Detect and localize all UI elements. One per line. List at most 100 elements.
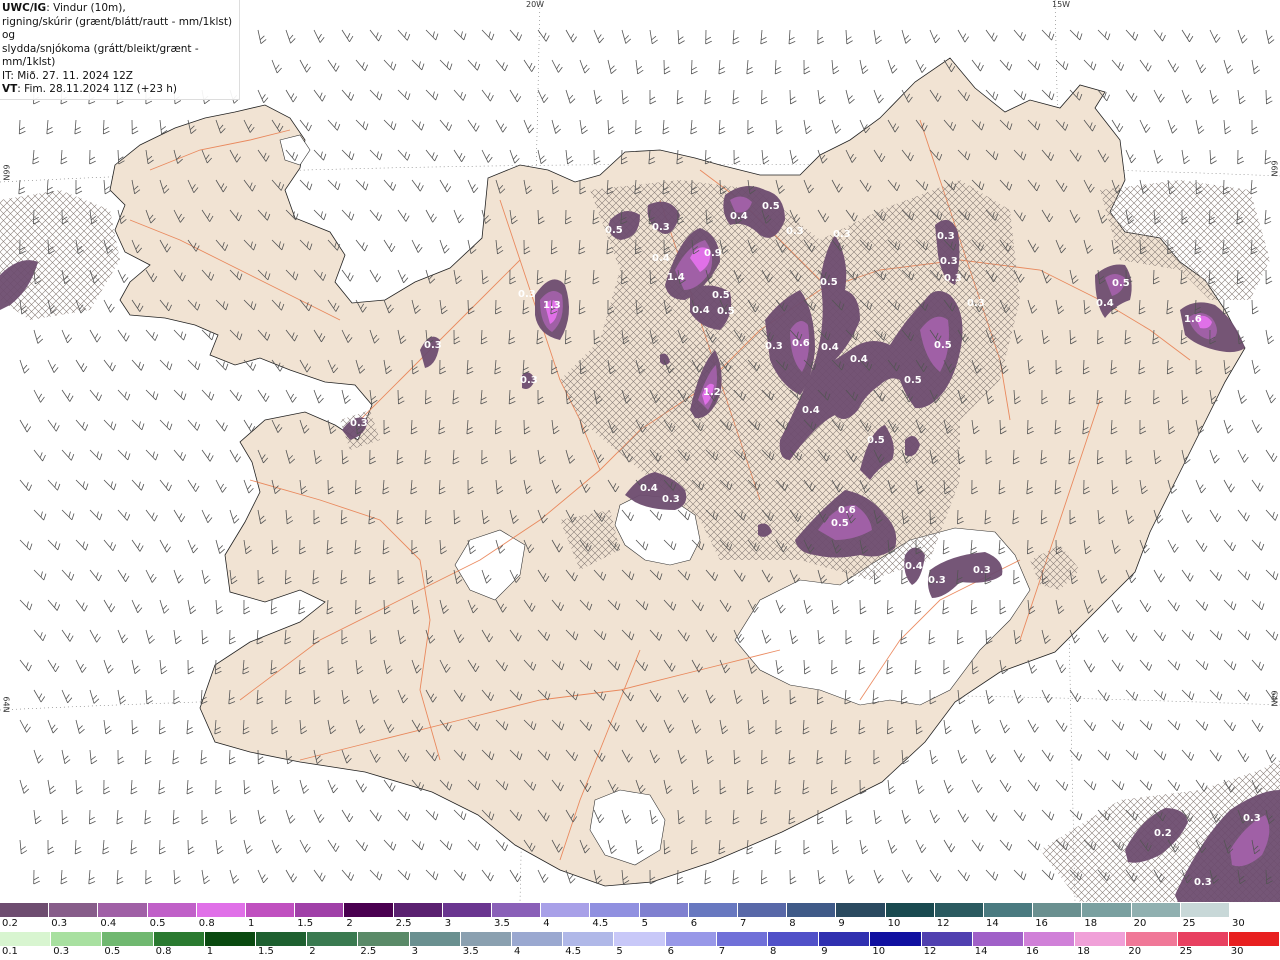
legend-label: 1	[248, 918, 255, 929]
precip-label: 0.4	[905, 561, 923, 572]
legend-label: 0.8	[198, 918, 215, 929]
info-title: UWC/IG: Vindur (10m),	[2, 2, 239, 16]
legend-swatch	[1230, 903, 1280, 917]
legend-swatch	[1033, 903, 1083, 917]
legend-swatch	[358, 932, 410, 946]
rain-color-legend	[0, 932, 1280, 946]
legend-swatch	[102, 932, 154, 946]
map-info-box: UWC/IG: Vindur (10m), rigning/skúrir (gr…	[0, 0, 240, 100]
precip-label: 0.3	[937, 231, 955, 242]
lon-label-15w: 15W	[1052, 0, 1071, 9]
legend-label: 6	[690, 918, 698, 929]
vt-value: : Fim. 28.11.2024 11Z (+23 h)	[17, 83, 177, 95]
precip-label: 0.3	[652, 222, 670, 233]
legend-swatch	[688, 903, 738, 917]
precip-label: 0.3	[944, 273, 962, 284]
legend-swatch	[738, 903, 788, 917]
legend-label: 16	[1026, 946, 1039, 957]
precip-label: 0.5	[605, 225, 623, 236]
precip-label: 0.3	[940, 256, 958, 267]
lat-label-66n-right: 66N	[1269, 160, 1279, 177]
legend-label: 2.5	[360, 946, 377, 957]
precip-label: 0.3	[350, 418, 368, 429]
legend-swatch	[1180, 903, 1230, 917]
legend-label: 7	[740, 918, 747, 929]
legend-swatch	[639, 903, 689, 917]
precip-label: 0.4	[802, 405, 820, 416]
legend-label: 0.3	[53, 946, 70, 957]
legend-label: 7	[718, 946, 726, 957]
legend-swatch	[921, 932, 973, 946]
precip-label: 1.2	[703, 387, 721, 398]
precip-label: 0.5	[831, 518, 849, 529]
legend-swatch	[409, 932, 461, 946]
legend-swatch	[393, 903, 443, 917]
legend-swatch	[153, 932, 205, 946]
legend-label: 0.8	[155, 946, 172, 957]
legend-swatch	[147, 903, 197, 917]
precip-label: 0.3	[833, 229, 851, 240]
legend-label: 16	[1035, 918, 1048, 929]
legend-label: 9	[821, 946, 828, 957]
legend-swatch	[590, 903, 640, 917]
legend-label: 3	[411, 946, 418, 957]
precip-label: 0.3	[967, 298, 985, 309]
lat-label-64n-left: 64N	[1, 696, 11, 713]
precip-label: 0.5	[867, 435, 885, 446]
legend-swatch	[492, 903, 542, 917]
precip-label: 0.2	[1154, 828, 1172, 839]
lat-label-64n-right: 64N	[1269, 690, 1279, 707]
legend-swatch	[307, 932, 359, 946]
legend-swatch	[1228, 932, 1280, 946]
precip-label: 0.9	[704, 248, 722, 259]
legend-label: 14	[974, 946, 988, 957]
legend-label: 10	[872, 946, 886, 957]
legend-label: 10	[887, 918, 901, 929]
legend-swatch	[49, 903, 99, 917]
precip-label: 0.3	[424, 340, 442, 351]
legend-swatch	[51, 932, 103, 946]
legend-label: 9	[838, 918, 845, 929]
legend-label: 4	[543, 918, 550, 929]
legend-label: 0.2	[2, 918, 18, 929]
legend-swatch	[344, 903, 394, 917]
legend-swatch	[563, 932, 615, 946]
title-rest: : Vindur (10m),	[46, 2, 126, 14]
precip-label: 0.5	[717, 306, 735, 317]
legend-swatch	[972, 932, 1024, 946]
legend-label: 8	[789, 918, 796, 929]
precip-label: 0.4	[692, 305, 710, 316]
rain-legend-labels: 0.1 0.3 0.5 0.8 1 1.5 2 2.5 3 3.5 4 4.5 5 6 7 8 9 10 12 14 1…	[0, 946, 1280, 959]
legend-swatch	[836, 903, 886, 917]
legend-label: 5	[616, 946, 623, 957]
precip-label: 0.3	[1194, 877, 1212, 888]
legend-swatch	[256, 932, 308, 946]
precip-label: 1.4	[667, 272, 685, 283]
legend-swatch	[716, 932, 768, 946]
lon-label-20w: 20W	[526, 0, 545, 9]
legend-swatch	[1126, 932, 1178, 946]
precip-label: 0.5	[712, 290, 730, 301]
precip-label: 0.3	[765, 341, 783, 352]
legend-label: 20	[1128, 946, 1142, 957]
precip-label: 0.5	[1112, 278, 1130, 289]
precip-label: 0.3	[518, 289, 536, 300]
legend-swatch	[295, 903, 345, 917]
legend-swatch	[885, 903, 935, 917]
legend-label: 4.5	[565, 946, 582, 957]
precip-label: 0.4	[640, 483, 658, 494]
legend-label: 1	[206, 946, 214, 957]
info-init-time: IT: Mið. 27. 11. 2024 12Z	[2, 69, 133, 82]
info-line-3: slydda/snjókoma (grátt/bleikt/grænt - mm…	[2, 42, 199, 69]
precip-label: 1.3	[543, 300, 561, 311]
legend-label: 0.4	[100, 918, 117, 929]
legend-label: 30	[1230, 946, 1244, 957]
legend-label: 2	[309, 946, 316, 957]
legend-swatch	[984, 903, 1034, 917]
legend-swatch	[541, 903, 591, 917]
legend-swatch	[512, 932, 564, 946]
legend-label: 0.3	[51, 918, 68, 929]
precip-label: 0.5	[762, 201, 780, 212]
legend-label: 6	[667, 946, 674, 957]
legend-label: 1.5	[258, 946, 274, 957]
